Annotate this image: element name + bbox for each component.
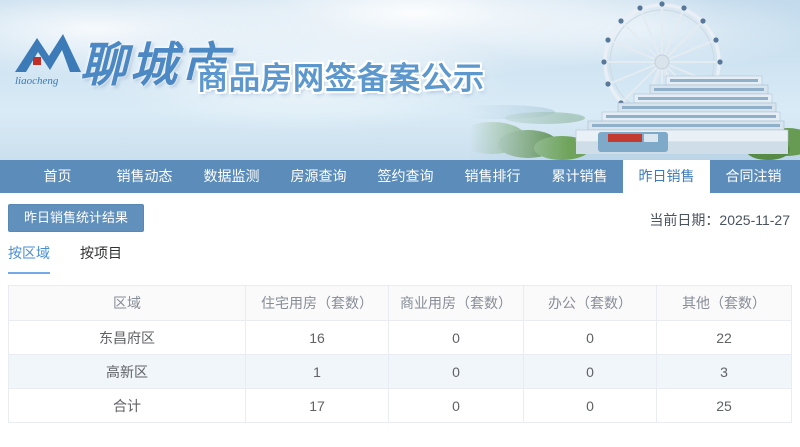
table-cell: 东昌府区 <box>8 320 246 355</box>
liaocheng-logo-icon: liaocheng <box>15 34 81 87</box>
nav-item-4[interactable]: 房源查询 <box>275 160 362 193</box>
main-nav: 首页 销售动态 数据监测 房源查询 签约查询 销售排行 累计销售 昨日销售 合同注销 <box>0 160 800 193</box>
nav-item-1[interactable]: 首页 <box>14 160 101 193</box>
table-row: 高新区 1 0 0 3 <box>8 354 792 389</box>
table-cell: 0 <box>523 320 657 355</box>
nav-item-6[interactable]: 销售排行 <box>449 160 536 193</box>
table-column-header: 办公（套数） <box>523 285 657 321</box>
table-cell: 22 <box>656 320 792 355</box>
table-column-header: 商业用房（套数） <box>388 285 524 321</box>
current-date-value: 2025-11-27 <box>719 212 790 228</box>
table-header-row: 区域 住宅用房（套数） 商业用房（套数） 办公（套数） 其他（套数） <box>8 285 792 321</box>
view-tabs: 按区域 按项目 <box>8 243 152 274</box>
nav-item-2[interactable]: 销售动态 <box>101 160 188 193</box>
table-row: 合计 17 0 0 25 <box>8 388 792 423</box>
svg-text:liaocheng: liaocheng <box>15 75 59 87</box>
table-cell: 0 <box>388 388 524 423</box>
page: liaocheng 聊城市 商品房网签备案公示 首页 销售动态 数据监测 房源查询 签约… <box>0 0 800 447</box>
sales-table: 区域 住宅用房（套数） 商业用房（套数） 办公（套数） 其他（套数） 东昌府区 16 0 0 2… <box>8 285 792 423</box>
nav-item-8[interactable]: 昨日销售 <box>623 160 710 193</box>
table-cell: 0 <box>523 388 657 423</box>
table-cell: 0 <box>388 354 524 389</box>
view-tab-2[interactable]: 按项目 <box>80 243 122 274</box>
yesterday-sales-result-button[interactable]: 昨日销售统计结果 <box>8 204 145 232</box>
table-cell: 合计 <box>8 388 246 423</box>
sales-table-wrap: 区域 住宅用房（套数） 商业用房（套数） 办公（套数） 其他（套数） 东昌府区 16 0 0 2… <box>8 285 792 423</box>
table-column-header: 其他（套数） <box>656 285 792 321</box>
nav-item-7[interactable]: 累计销售 <box>536 160 623 193</box>
ferris-wheel-building-illustration <box>470 1 800 160</box>
table-column-header: 区域 <box>8 285 246 321</box>
table-row: 东昌府区 16 0 0 22 <box>8 320 792 355</box>
table-cell: 1 <box>245 354 389 389</box>
table-cell: 16 <box>245 320 389 355</box>
table-cell: 高新区 <box>8 354 246 389</box>
table-cell: 25 <box>656 388 792 423</box>
view-tab-1[interactable]: 按区域 <box>8 243 50 274</box>
table-cell: 17 <box>245 388 389 423</box>
nav-item-3[interactable]: 数据监测 <box>188 160 275 193</box>
current-date-label: 当前日期： <box>649 212 720 228</box>
table-cell: 0 <box>523 354 657 389</box>
header-banner: liaocheng 聊城市 商品房网签备案公示 <box>0 0 800 160</box>
nav-item-5[interactable]: 签约查询 <box>362 160 449 193</box>
table-cell: 3 <box>656 354 792 389</box>
table-cell: 0 <box>388 320 524 355</box>
table-body: 东昌府区 16 0 0 22 高新区 1 0 0 3 合计 17 0 0 25 <box>8 320 792 423</box>
content-area: 昨日销售统计结果 当前日期：2025-11-27 按区域 按项目 区域 住宅用房（套… <box>0 193 800 447</box>
table-column-header: 住宅用房（套数） <box>245 285 389 321</box>
nav-item-9[interactable]: 合同注销 <box>710 160 797 193</box>
current-date: 当前日期：2025-11-27 <box>649 210 790 230</box>
site-title: 商品房网签备案公示 <box>197 61 485 96</box>
